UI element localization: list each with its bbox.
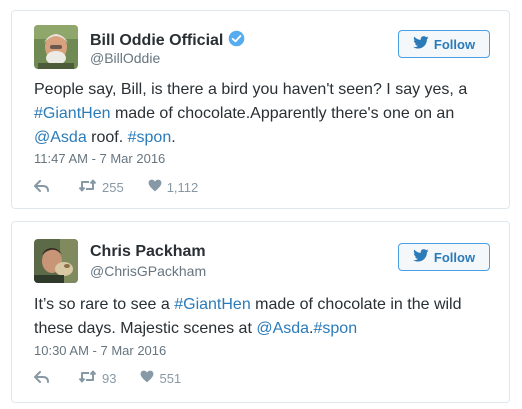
reply-icon — [34, 179, 50, 195]
follow-button[interactable]: Follow — [398, 30, 490, 58]
like-count: 1,112 — [166, 179, 199, 195]
author-handle[interactable]: @ChrisGPackham — [90, 263, 206, 279]
like-count: 551 — [159, 370, 182, 386]
author-name[interactable]: Chris Packham — [90, 243, 206, 261]
author-handle[interactable]: @BillOddie — [90, 50, 160, 66]
timestamp[interactable]: 10:30 AM - 7 Mar 2016 — [34, 343, 166, 358]
reply-button[interactable] — [34, 179, 50, 195]
verified-badge-icon — [228, 30, 245, 52]
tweet-card: Bill Oddie Official @BillOddie Follow Pe… — [11, 10, 510, 209]
bird-icon — [413, 36, 429, 52]
retweet-icon — [78, 179, 97, 195]
avatar[interactable] — [34, 239, 78, 283]
tweet-text: It’s so rare to see a #GiantHen made of … — [34, 293, 502, 341]
author-name-text: Bill Oddie Official — [90, 32, 224, 49]
tweet-text: People say, Bill, is there a bird you ha… — [34, 78, 502, 150]
retweet-button[interactable]: 93 — [78, 370, 116, 386]
like-button[interactable]: 551 — [140, 370, 181, 386]
heart-icon — [148, 179, 162, 195]
heart-icon — [140, 370, 154, 386]
follow-label: Follow — [433, 249, 476, 265]
hashtag-link[interactable]: #spon — [128, 129, 172, 146]
mention-link[interactable]: @Asda — [256, 320, 309, 337]
tweet-text-segment: . — [171, 129, 176, 146]
retweet-count: 255 — [102, 179, 124, 195]
hashtag-link[interactable]: #GiantHen — [34, 105, 111, 122]
retweet-icon — [78, 370, 97, 386]
tweet-text-segment: made of chocolate.Apparently there's one… — [110, 105, 455, 122]
follow-button[interactable]: Follow — [398, 243, 490, 271]
tweet-text-segment: It’s so rare to see a — [34, 296, 175, 313]
like-button[interactable]: 1,112 — [148, 179, 199, 195]
timestamp[interactable]: 11:47 AM - 7 Mar 2016 — [34, 151, 165, 166]
tweet-text-segment: roof. — [86, 129, 128, 146]
reply-button[interactable] — [34, 370, 50, 386]
tweet-actions: 255 1,112 — [34, 179, 198, 195]
tweet-card: Chris Packham @ChrisGPackham Follow It’s… — [11, 221, 510, 403]
hashtag-link[interactable]: #spon — [314, 320, 358, 337]
bird-icon — [413, 249, 429, 265]
tweet-text-segment: People say, Bill, is there a bird you ha… — [34, 81, 468, 98]
reply-icon — [34, 370, 50, 386]
retweet-count: 93 — [102, 370, 117, 386]
retweet-button[interactable]: 255 — [78, 179, 124, 195]
follow-label: Follow — [433, 36, 476, 52]
mention-link[interactable]: @Asda — [34, 129, 87, 146]
author-name[interactable]: Bill Oddie Official — [90, 30, 245, 52]
tweet-actions: 93 551 — [34, 370, 181, 386]
hashtag-link[interactable]: #GiantHen — [174, 296, 251, 313]
avatar[interactable] — [34, 25, 78, 69]
